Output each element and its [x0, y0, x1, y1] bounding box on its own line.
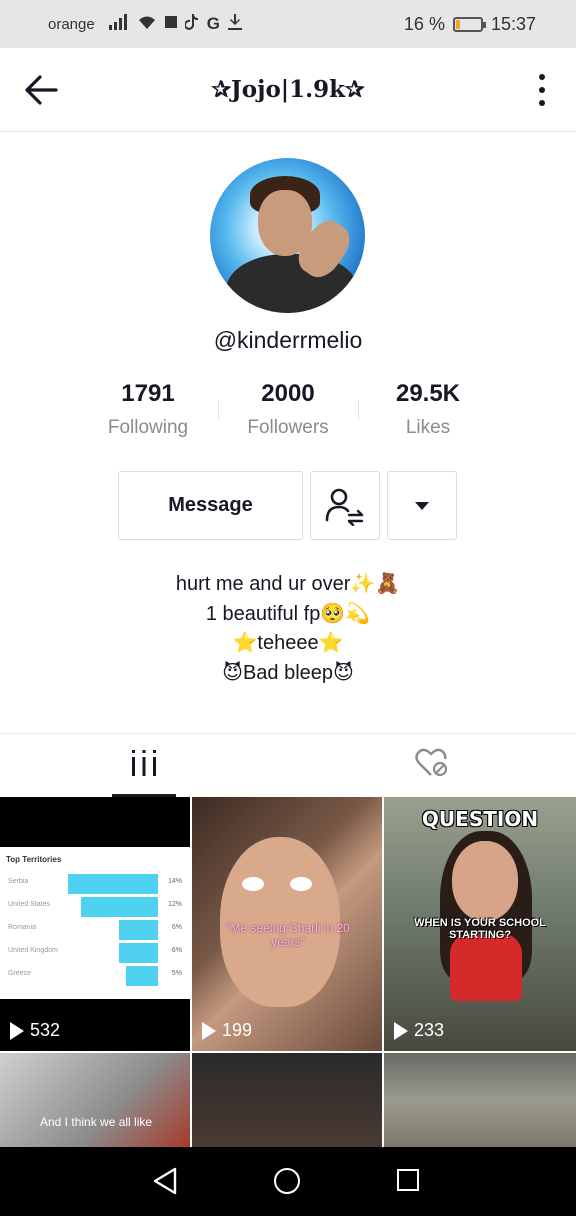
- g-icon: G: [206, 14, 220, 33]
- following-label: Following: [107, 417, 189, 438]
- username: @kinderrmelio: [213, 327, 363, 353]
- territory-row: Greece 5%: [6, 966, 184, 989]
- territories-chart: Top Territories Serbia 14% United States 12…: [0, 847, 190, 999]
- video-grid: Top Territories Serbia 14% United States 12…: [0, 797, 576, 1147]
- play-icon: [202, 1021, 216, 1040]
- followers-count: 2000: [261, 380, 315, 407]
- territory-percent: 6%: [171, 924, 182, 931]
- clock: 15:37: [490, 13, 536, 34]
- play-icon: [394, 1021, 408, 1040]
- more-vertical-icon[interactable]: [538, 74, 546, 106]
- view-count-value: 532: [30, 1020, 61, 1040]
- view-count-value: 233: [414, 1020, 445, 1040]
- page-title: ✰Jojo|1.9k✰: [211, 76, 365, 103]
- bio-line: 😈Bad bleep😈: [222, 661, 354, 684]
- territory-percent: 5%: [171, 970, 182, 977]
- profile-stats: 1791 Following 2000 Followers 29.5K Like…: [78, 380, 498, 446]
- territory-bar: [119, 920, 158, 940]
- nav-recents-icon[interactable]: [397, 1169, 419, 1191]
- carrier-label: orange: [48, 15, 95, 33]
- liked-hidden-icon: [415, 748, 449, 783]
- profile-tabs: [0, 733, 576, 797]
- stop-icon: [164, 15, 177, 33]
- bio-line: 1 beautiful fp🥺💫: [205, 602, 371, 625]
- video-thumbnail[interactable]: And I think we all like: [0, 1053, 190, 1147]
- video-thumbnail[interactable]: "Me seeing Charli in 20 years" 199: [192, 797, 382, 1051]
- territory-bar: [119, 943, 158, 963]
- video-title: QUESTION: [421, 807, 539, 831]
- nav-home-icon[interactable]: [274, 1168, 300, 1194]
- stat-followers[interactable]: 2000 Followers: [218, 380, 358, 439]
- territory-name: Greece: [8, 970, 31, 977]
- video-caption: WHEN IS YOUR SCHOOL STARTING?: [414, 917, 546, 941]
- video-thumbnail[interactable]: [384, 1053, 576, 1147]
- play-icon: [10, 1021, 24, 1040]
- territory-row: United Kingdom 6%: [6, 943, 184, 966]
- caret-down-icon[interactable]: [387, 471, 457, 540]
- territory-percent: 12%: [167, 901, 182, 908]
- territory-bar: [126, 966, 158, 986]
- tab-videos[interactable]: [0, 734, 288, 797]
- territory-percent: 6%: [171, 947, 182, 954]
- territory-percent: 14%: [167, 878, 182, 885]
- video-caption: "Me seeing Charli in 20 years": [226, 921, 350, 949]
- territory-row: Romania 6%: [6, 920, 184, 943]
- video-caption: And I think we all like: [40, 1115, 153, 1129]
- video-thumbnail[interactable]: QUESTION WHEN IS YOUR SCHOOL STARTING? 2…: [384, 797, 576, 1051]
- video-thumbnail[interactable]: [192, 1053, 382, 1147]
- likes-count: 29.5K: [395, 380, 461, 407]
- territory-bar: [68, 874, 158, 894]
- tab-liked[interactable]: [288, 734, 576, 797]
- view-count: 233: [394, 1020, 444, 1041]
- profile-header: ✰Jojo|1.9k✰: [0, 48, 576, 132]
- view-count: 199: [202, 1020, 252, 1041]
- following-count: 1791: [121, 380, 175, 407]
- territory-name: United States: [8, 901, 51, 908]
- battery-icon: [452, 16, 486, 32]
- territory-name: Romania: [8, 924, 37, 931]
- territories-title: Top Territories: [6, 855, 62, 864]
- stat-following[interactable]: 1791 Following: [78, 380, 218, 439]
- tiktok-icon: [183, 13, 199, 35]
- followers-label: Followers: [247, 417, 329, 438]
- bio-line: ⭐teheee⭐: [232, 632, 344, 654]
- likes-label: Likes: [405, 417, 451, 438]
- signal-icon: [108, 13, 129, 35]
- status-bar: orange G 16 % 15:37: [0, 0, 576, 48]
- bio-line: hurt me and ur over✨🧸: [175, 573, 401, 595]
- system-nav-bar: [0, 1147, 576, 1216]
- bio: hurt me and ur over✨🧸 1 beautiful fp🥺💫 ⭐…: [0, 570, 576, 688]
- wifi-icon: [137, 14, 157, 35]
- download-icon: [227, 13, 242, 35]
- territory-name: United Kingdom: [8, 947, 58, 954]
- territory-bar: [81, 897, 158, 917]
- message-button[interactable]: Message: [118, 471, 303, 540]
- back-arrow-icon[interactable]: [22, 72, 60, 108]
- battery-text: 16 %: [403, 13, 445, 34]
- friend-swap-icon[interactable]: [310, 471, 380, 540]
- view-count: 532: [10, 1020, 60, 1041]
- video-thumbnail[interactable]: Top Territories Serbia 14% United States 12…: [0, 797, 190, 1051]
- territory-name: Serbia: [8, 878, 29, 885]
- stat-likes[interactable]: 29.5K Likes: [358, 380, 498, 439]
- avatar[interactable]: [210, 158, 365, 313]
- grid-videos-icon: [131, 750, 157, 781]
- nav-back-icon[interactable]: [152, 1167, 178, 1200]
- territory-row: United States 12%: [6, 897, 184, 920]
- territory-row: Serbia 14%: [6, 874, 184, 897]
- view-count-value: 199: [222, 1020, 253, 1040]
